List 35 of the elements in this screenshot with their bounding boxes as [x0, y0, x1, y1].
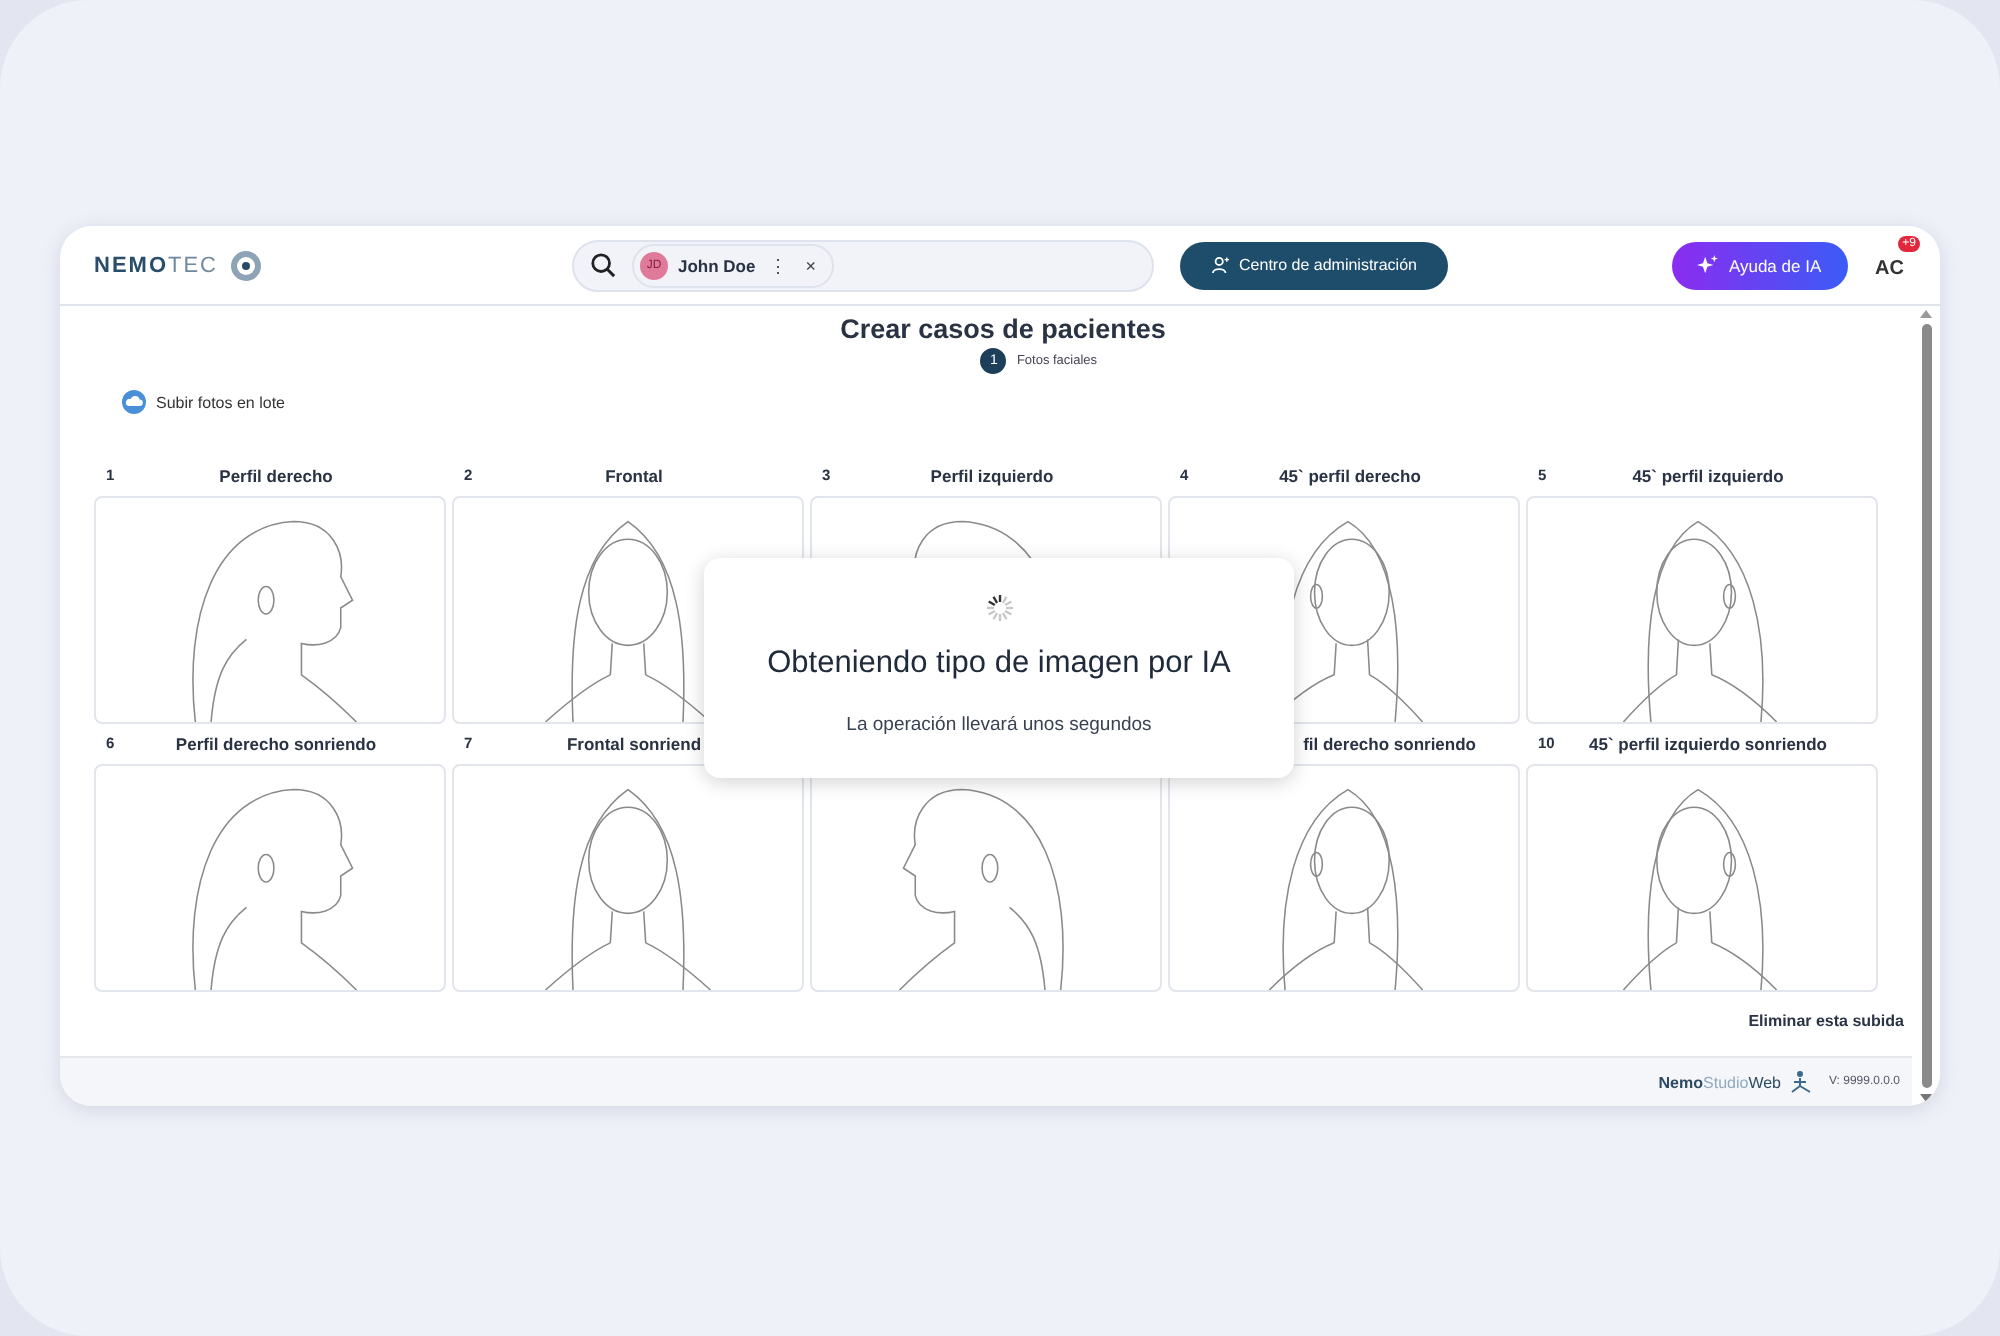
photo-slot-title: 45` perfil izquierdo: [1630, 465, 1786, 485]
cloud-upload-icon: [122, 390, 146, 414]
delete-upload-link[interactable]: Eliminar esta subida: [1748, 1012, 1904, 1030]
photo-slot-title: Perfil derecho sonriendo: [173, 733, 379, 753]
photo-slot[interactable]: [452, 764, 804, 992]
photo-slot-title: Frontal sonriend: [564, 733, 704, 753]
search-icon: [590, 252, 616, 278]
photo-slot-title: Frontal: [603, 465, 665, 485]
photo-slot-title: 45` perfil derecho: [1277, 465, 1423, 485]
page-title: Crear casos de pacientes: [838, 314, 1168, 344]
loading-spinner-icon: [985, 594, 1013, 622]
nemotec-logo: NEMOTEC: [94, 253, 218, 277]
photo-slot[interactable]: [94, 496, 446, 724]
logo-mark-icon: [230, 249, 262, 281]
dialog-title: Obteniendo tipo de imagen por IA: [767, 646, 1231, 682]
person-icon: [1211, 256, 1230, 274]
photo-slot-title: Perfil izquierdo: [928, 465, 1056, 485]
photo-slot-title: 45` perfil izquierdo sonriendo: [1586, 733, 1829, 753]
patient-name: John Doe: [678, 255, 756, 275]
sparkle-icon: [1696, 254, 1719, 276]
more-button[interactable]: ⋮: [765, 255, 792, 275]
user-initials[interactable]: AC: [1875, 257, 1904, 279]
photo-slot-title: Perfil derecho: [217, 465, 335, 485]
admin-center-button[interactable]: Centro de administración: [1180, 241, 1448, 289]
batch-upload-link[interactable]: Subir fotos en lote: [122, 390, 285, 414]
dialog-message: La operación llevará unos segundos: [846, 714, 1152, 736]
photo-slot-title: fil derecho sonriendo: [1301, 733, 1478, 753]
photo-slot[interactable]: [1526, 764, 1878, 992]
photo-slot[interactable]: [1168, 764, 1520, 992]
figure-logo-icon: [1787, 1070, 1814, 1094]
close-button[interactable]: ×: [801, 255, 820, 275]
photo-slot[interactable]: [94, 764, 446, 992]
brand-logo: NemoStudioWeb: [1658, 1073, 1782, 1091]
ai-help-button[interactable]: Ayuda de IA: [1671, 241, 1848, 289]
photo-slot[interactable]: [1526, 496, 1878, 724]
